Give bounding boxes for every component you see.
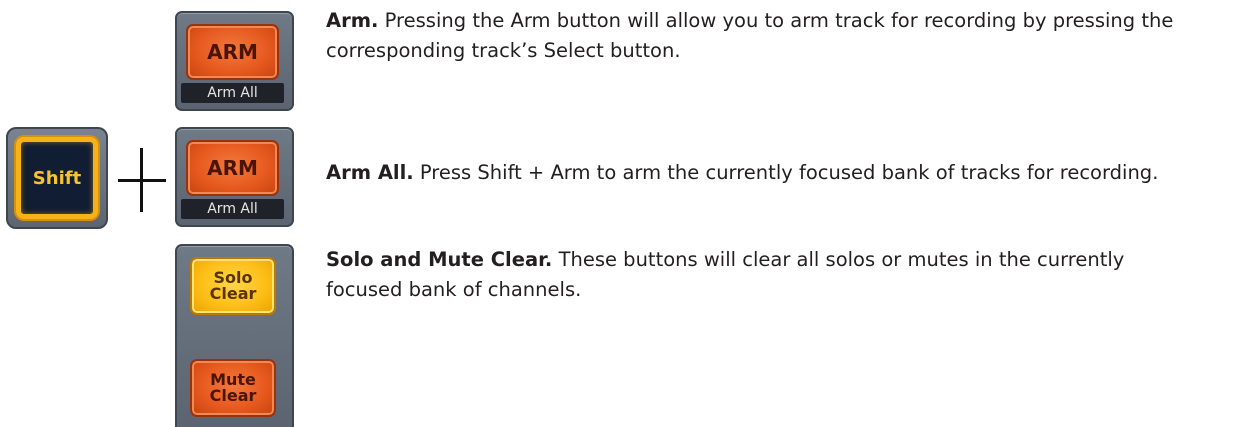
clear-description: Solo and Mute Clear. These buttons will … bbox=[326, 245, 1206, 305]
arm-all-description: Arm All. Press Shift + Arm to arm the cu… bbox=[326, 158, 1226, 188]
clear-term: Solo and Mute Clear. bbox=[326, 248, 553, 271]
plus-icon-bar bbox=[118, 179, 166, 182]
arm-button-2[interactable]: ARM bbox=[186, 140, 279, 196]
arm-all-text: Press Shift + Arm to arm the currently f… bbox=[419, 161, 1159, 184]
arm-text: Pressing the Arm button will allow you t… bbox=[326, 9, 1174, 62]
arm-button-label: ARM bbox=[207, 40, 258, 64]
arm-term: Arm. bbox=[326, 9, 379, 32]
arm-all-term: Arm All. bbox=[326, 161, 414, 184]
shift-button[interactable]: Shift bbox=[16, 137, 98, 219]
arm-button-2-label: ARM bbox=[207, 156, 258, 180]
mute-clear-button[interactable]: Mute Clear bbox=[190, 359, 276, 417]
solo-clear-button[interactable]: Solo Clear bbox=[190, 257, 276, 315]
shift-button-label: Shift bbox=[32, 167, 82, 189]
solo-clear-line2: Clear bbox=[209, 284, 257, 303]
arm-button[interactable]: ARM bbox=[186, 24, 279, 80]
arm-description: Arm. Pressing the Arm button will allow … bbox=[326, 6, 1226, 66]
mute-clear-line2: Clear bbox=[209, 386, 257, 405]
arm-all-sublabel: Arm All bbox=[181, 83, 284, 103]
arm-all-sublabel-2: Arm All bbox=[181, 199, 284, 219]
